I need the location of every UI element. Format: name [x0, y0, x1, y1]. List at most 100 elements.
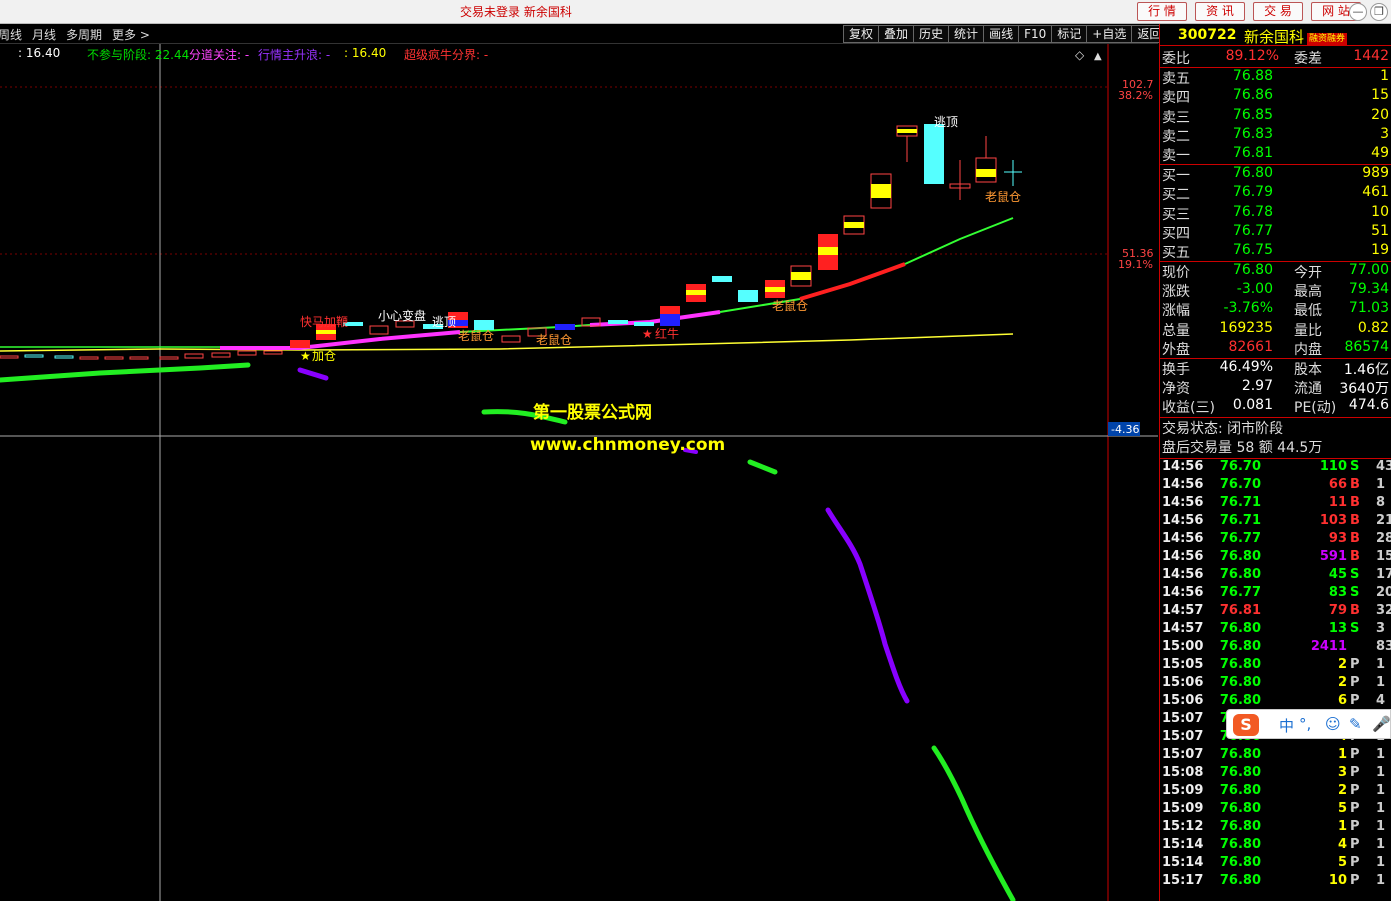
label-hongniu: 红牛 — [655, 326, 679, 341]
label-taoding: 逃顶 — [934, 115, 958, 129]
fundamental-row: 换手 46.49% 股本 1.46亿 — [1162, 359, 1389, 378]
tick-row: 15:08 76.80 3 P 1 — [1162, 764, 1386, 780]
label-laoshucang: 老鼠仓 — [772, 299, 808, 313]
minimize-icon[interactable]: — — [1349, 3, 1367, 21]
tick-row: 14:56 76.77 93 B 28 — [1162, 530, 1391, 546]
indicator-value: : 16.40 — [18, 46, 61, 60]
restore-rights-button[interactable]: 复权 — [843, 25, 880, 43]
tick-row: 14:56 76.77 83 S 20 — [1162, 584, 1391, 600]
period-weekly-tab[interactable]: 周线 — [0, 26, 22, 43]
candle — [765, 287, 785, 292]
label-laoshucang: 老鼠仓 — [458, 329, 494, 343]
label-laoshucang: 老鼠仓 — [536, 333, 572, 347]
bid-book: 买一 76.80 989 买二 76.79 461 买三 76.78 10 买四… — [1160, 165, 1391, 261]
star-icon: ★ — [300, 349, 311, 363]
title-bar: 交易未登录 新余国科 行 情 资 讯 交 易 网 站 — ❐ — [0, 0, 1391, 24]
tick-row: 15:17 76.80 10 P 1 — [1162, 872, 1386, 888]
mark-button[interactable]: 标记 — [1051, 25, 1088, 43]
nav-quotes-button[interactable]: 行 情 — [1137, 2, 1187, 21]
tick-list[interactable]: 14:56 76.70 110 S 43 14:56 76.70 66 B 1 … — [1160, 459, 1391, 891]
candle — [686, 290, 706, 295]
bid-row: 买一 76.80 989 — [1162, 165, 1389, 185]
sogou-logo-icon: S — [1233, 714, 1259, 736]
green-trend-line — [0, 362, 251, 383]
tick-row: 14:56 76.80 591 B 151 — [1162, 548, 1391, 564]
ask-book: 卖五 76.88 1 卖四 76.86 15 卖三 76.85 20 卖二 76… — [1160, 68, 1391, 164]
period-multi-tab[interactable]: 多周期 — [66, 26, 102, 43]
f10-button[interactable]: F10 — [1018, 25, 1053, 43]
stock-header[interactable]: 300722 新余国科 融资融券 — [1160, 24, 1391, 46]
nav-news-button[interactable]: 资 讯 — [1195, 2, 1245, 21]
diamond-icon[interactable]: ◇ — [1075, 48, 1085, 62]
nav-trade-button[interactable]: 交 易 — [1253, 2, 1303, 21]
trade-status: 交易状态: 闭市阶段 — [1162, 420, 1284, 437]
after-hours-volume: 盘后交易量 58 额 44.5万 — [1162, 439, 1323, 456]
history-button[interactable]: 历史 — [913, 25, 950, 43]
candle — [290, 340, 310, 348]
chevron-up-icon[interactable]: ▲ — [1094, 51, 1102, 62]
indicator-value: 行情主升浪: - — [258, 48, 331, 62]
axis-top-pct: 38.2% — [1118, 89, 1153, 102]
ask-row: 卖二 76.83 3 — [1162, 125, 1389, 145]
stock-code: 300722 — [1178, 27, 1237, 43]
candle — [738, 290, 758, 302]
ask-row: 卖一 76.81 49 — [1162, 144, 1389, 164]
ma-green-top-line — [904, 217, 1014, 265]
window-title: 交易未登录 新余国科 — [460, 5, 572, 19]
tick-row: 14:56 76.70 66 B 1 — [1162, 476, 1386, 492]
ime-toolbar[interactable]: S 中 °, ☺ ✎ 🎤 — [1226, 709, 1391, 739]
candle — [976, 169, 996, 177]
period-monthly-tab[interactable]: 月线 — [32, 26, 56, 43]
ask-row: 卖五 76.88 1 — [1162, 68, 1389, 88]
purple-curve — [825, 507, 910, 704]
quote-row: 总量 169235 量比 0.82 — [1162, 319, 1389, 339]
indicator-value: 分道关注: - — [189, 48, 250, 62]
ime-lang-toggle[interactable]: 中 — [1279, 715, 1294, 736]
tick-row: 14:56 76.71 103 B 21 — [1162, 512, 1391, 528]
pen-icon[interactable]: ✎ — [1349, 715, 1362, 733]
label-laoshucang: 老鼠仓 — [985, 190, 1021, 204]
tick-row: 14:56 76.70 110 S 43 — [1162, 458, 1391, 474]
add-watchlist-button[interactable]: +自选 — [1086, 25, 1133, 43]
candle — [712, 276, 732, 282]
tick-row: 15:00 76.80 2411 830 — [1162, 638, 1391, 654]
candle — [924, 124, 944, 184]
ask-row: 卖四 76.86 15 — [1162, 87, 1389, 107]
tick-row: 14:57 76.80 13 S 3 — [1162, 620, 1386, 636]
label-xiaoxin: 小心变盘 — [378, 308, 426, 323]
fundamental-row: 收益(三) 0.081 PE(动) 474.6 — [1162, 397, 1389, 417]
tick-row: 14:57 76.81 79 B 32 — [1162, 602, 1391, 618]
ime-punct-toggle[interactable]: °, — [1299, 715, 1311, 733]
restore-icon[interactable]: ❐ — [1370, 3, 1388, 21]
draw-line-button[interactable]: 画线 — [983, 25, 1020, 43]
candle — [844, 222, 864, 228]
quote-row: 涨幅 -3.76% 最低 71.03 — [1162, 300, 1389, 320]
tick-row: 15:09 76.80 5 P 1 — [1162, 800, 1386, 816]
quote-row: 现价 76.80 今开 77.00 — [1162, 262, 1389, 282]
watermark: 第一股票公式网 www.chnmoney.com — [530, 398, 725, 455]
fundamental-row: 净资 2.97 流通 3640万 — [1162, 378, 1389, 398]
kline-chart[interactable]: 102.7 38.2% 51.36 19.1% -4.36 ◇ ▲ 快马加鞭 小… — [0, 44, 1158, 901]
overlay-button[interactable]: 叠加 — [878, 25, 915, 43]
candle — [316, 330, 336, 334]
candle — [897, 129, 917, 133]
candle — [608, 320, 628, 324]
candle — [791, 272, 811, 280]
tick-row: 15:05 76.80 2 P 1 — [1162, 656, 1386, 672]
margin-badge: 融资融券 — [1307, 33, 1348, 45]
period-more-menu[interactable]: 更多 > — [112, 26, 150, 43]
watermark-title: 第一股票公式网 — [533, 403, 652, 423]
ask-row: 卖三 76.85 20 — [1162, 106, 1389, 126]
purple-stroke — [297, 367, 329, 381]
tick-row: 14:56 76.71 11 B 8 — [1162, 494, 1386, 510]
tick-row: 15:12 76.80 1 P 1 — [1162, 818, 1386, 834]
emoji-icon[interactable]: ☺ — [1325, 715, 1341, 733]
stats-button[interactable]: 统计 — [948, 25, 985, 43]
weibi-row: 委比 89.12% 委差 1442 — [1162, 48, 1389, 67]
microphone-icon[interactable]: 🎤 — [1372, 715, 1391, 733]
axis-low-pct: -4.36 — [1111, 423, 1139, 436]
bid-row: 买四 76.77 51 — [1162, 222, 1389, 242]
top-nav: 行 情 资 讯 交 易 网 站 — [1137, 2, 1361, 21]
star-icon: ★ — [642, 327, 653, 341]
bid-row: 买二 76.79 461 — [1162, 184, 1389, 204]
